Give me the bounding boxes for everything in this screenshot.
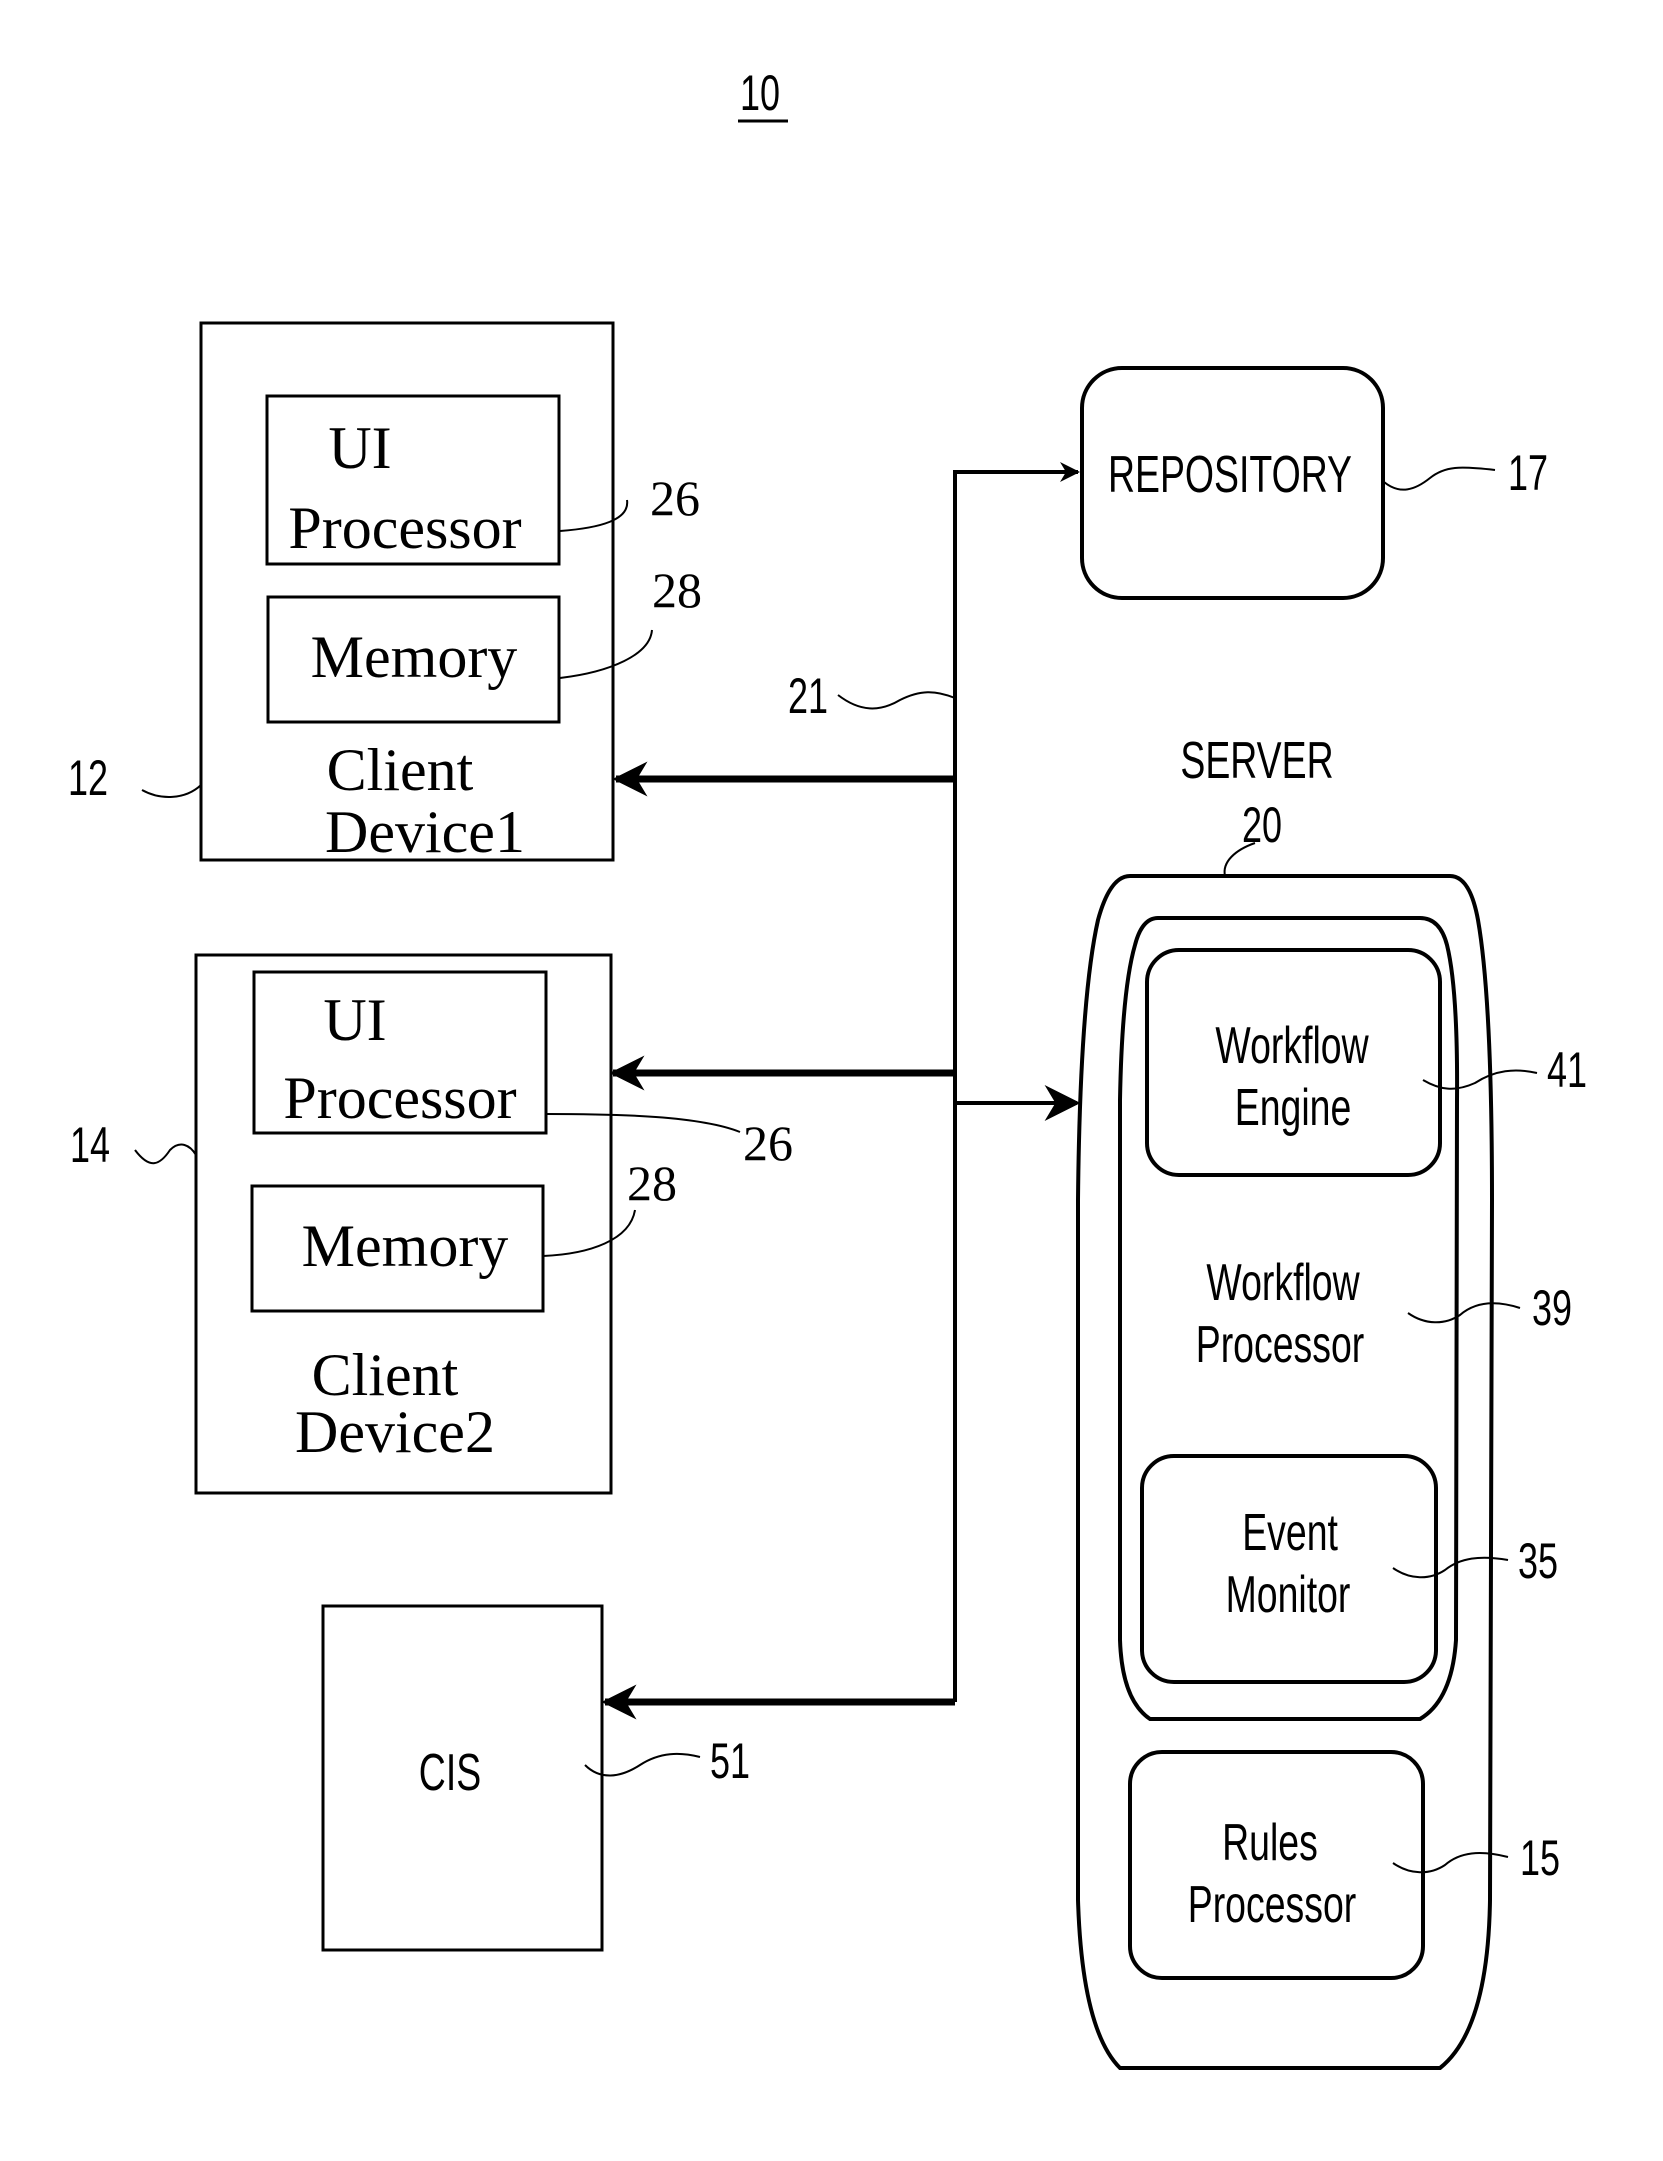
client2-ui-processor-line1: UI (323, 987, 386, 1053)
client1-memory-label: Memory (311, 624, 518, 690)
figure-number: 10 (738, 66, 788, 123)
repository[interactable]: REPOSITORY 17 (1080, 366, 1548, 600)
cis[interactable]: CIS 51 (321, 1604, 750, 1952)
workflow-engine-line1: Workflow (1215, 1016, 1368, 1075)
event-monitor-ref: 35 (1518, 1534, 1558, 1589)
workflow-engine-ref: 41 (1547, 1043, 1587, 1098)
system-diagram: 10 UI Processor Memory Client Device1 26… (68, 66, 1587, 2070)
rules-processor-line2: Processor (1188, 1875, 1356, 1934)
client1-ui-processor-ref: 26 (650, 470, 700, 526)
client2-title-line2: Device2 (295, 1399, 495, 1465)
client1-ref: 12 (68, 751, 108, 806)
client2-ref: 14 (70, 1118, 110, 1173)
rules-processor-line1: Rules (1222, 1813, 1318, 1872)
workflow-processor-line2: Processor (1196, 1315, 1364, 1374)
client2-ui-processor-ref: 26 (743, 1115, 793, 1171)
client2-memory-ref: 28 (627, 1155, 677, 1211)
bus-leader (837, 691, 956, 710)
figure-number-text: 10 (740, 66, 780, 121)
server[interactable]: SERVER 20 Workflow Processor 39 Workflow… (1076, 731, 1587, 2070)
client-device-2[interactable]: UI Processor Memory Client Device2 26 28… (70, 953, 793, 1495)
network-bus: 21 (601, 462, 1081, 1720)
client1-ref-leader (141, 784, 202, 798)
client1-ui-processor-line1: UI (328, 415, 391, 481)
client1-title-line1: Client (327, 737, 474, 803)
repository-leader (1383, 466, 1496, 491)
cis-label: CIS (419, 1743, 481, 1802)
workflow-processor-leader (1407, 1302, 1521, 1324)
workflow-processor-ref: 39 (1532, 1281, 1572, 1336)
client2-ref-leader (134, 1143, 197, 1165)
client-device-1[interactable]: UI Processor Memory Client Device1 26 28… (68, 321, 702, 865)
repository-label: REPOSITORY (1108, 445, 1352, 504)
event-monitor-line2: Monitor (1226, 1565, 1351, 1624)
client1-title-line2: Device1 (325, 799, 525, 865)
client2-ui-processor-line2: Processor (283, 1065, 516, 1131)
client1-memory-ref: 28 (652, 562, 702, 618)
cis-ref: 51 (710, 1734, 750, 1789)
repository-ref: 17 (1508, 446, 1548, 501)
client1-ui-processor-line2: Processor (288, 495, 521, 561)
workflow-engine-line2: Engine (1235, 1078, 1352, 1137)
rules-processor-ref: 15 (1520, 1831, 1560, 1886)
event-monitor-line1: Event (1242, 1503, 1338, 1562)
workflow-processor-line1: Workflow (1206, 1253, 1359, 1312)
bus-ref: 21 (788, 669, 828, 724)
server-title: SERVER (1180, 731, 1333, 790)
client2-memory-label: Memory (302, 1213, 509, 1279)
